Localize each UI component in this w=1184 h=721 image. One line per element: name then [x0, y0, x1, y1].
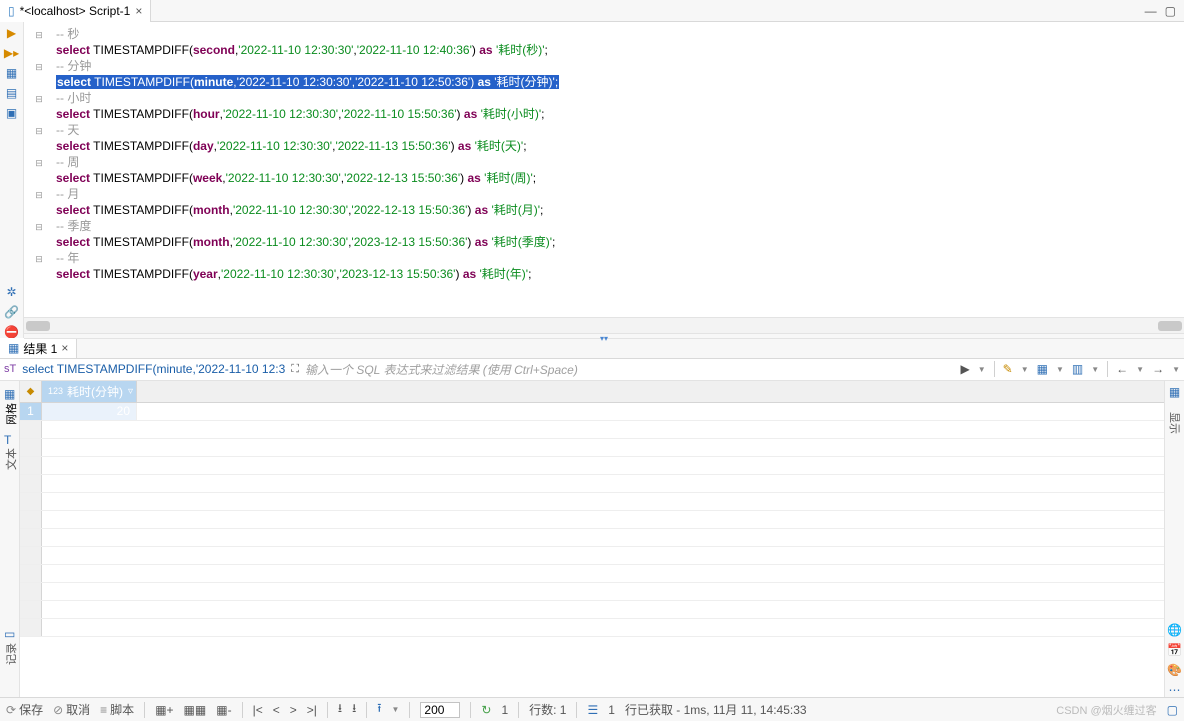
- column-name: 耗时(分钟): [67, 383, 123, 400]
- panel-view-icon[interactable]: ▦: [1169, 385, 1180, 399]
- dropdown-icon[interactable]: ▼: [1056, 365, 1064, 374]
- colorize-icon[interactable]: 🎨: [1167, 663, 1182, 677]
- run-icon[interactable]: ▶: [7, 26, 16, 40]
- grid-mode-icon[interactable]: ▦: [4, 387, 15, 401]
- cell-value[interactable]: 20: [42, 403, 137, 420]
- filter-input[interactable]: 输入一个 SQL 表达式来过滤结果 (使用 Ctrl+Space): [305, 361, 954, 378]
- script-icon: ≡: [100, 703, 107, 717]
- split-handle[interactable]: ▾▾: [24, 333, 1184, 339]
- explain-icon[interactable]: ▦: [6, 66, 17, 80]
- results-tab-label: 结果 1: [23, 340, 57, 357]
- script-button[interactable]: ≡脚本: [100, 701, 134, 718]
- results-tab-bar: ▦ 结果 1 ×: [0, 339, 1184, 359]
- status-bar: ⟳保存 ⊘取消 ≡脚本 ▦+ ▦▦ ▦- |< < > >| ⭳ ⭳ ⭱ ▼ ↻…: [0, 697, 1184, 721]
- watermark: CSDN @烟火缠过客: [1056, 702, 1156, 718]
- del-row-icon[interactable]: ▦-: [216, 703, 231, 717]
- editor-tab-title: *<localhost> Script-1: [20, 4, 131, 18]
- grid-body[interactable]: 1 20: [20, 403, 1164, 698]
- last-page-icon[interactable]: >|: [307, 703, 317, 717]
- fetch-size-input[interactable]: [420, 702, 460, 718]
- row-number[interactable]: 1: [20, 403, 42, 420]
- panel-icon[interactable]: ▥: [1072, 362, 1083, 376]
- grid-corner[interactable]: ◆: [20, 381, 42, 402]
- forward-icon[interactable]: →: [1152, 362, 1164, 376]
- grid-icon: ▦: [8, 341, 19, 355]
- results-tab[interactable]: ▦ 结果 1 ×: [0, 338, 77, 358]
- dup-row-icon[interactable]: ▦▦: [184, 703, 207, 717]
- grid-mode-label[interactable]: 网格: [3, 403, 19, 425]
- sql-editor[interactable]: ⊟⊟⊟⊟⊟⊟⊟⊟ -- 秒select TIMESTAMPDIFF(second…: [24, 22, 1184, 317]
- plan-icon[interactable]: ▤: [6, 86, 17, 100]
- refresh-count: 1: [501, 703, 508, 717]
- text-mode-label[interactable]: 文本: [3, 448, 19, 470]
- column-header[interactable]: 123 耗时(分钟) ▿: [42, 381, 137, 402]
- editor-tab[interactable]: ▯ *<localhost> Script-1 ×: [0, 0, 151, 22]
- editor-tab-bar: ▯ *<localhost> Script-1 × — ▢: [0, 0, 1184, 22]
- link-icon[interactable]: 🔗: [4, 305, 19, 319]
- table-row[interactable]: 1 20: [20, 403, 1164, 421]
- executed-sql[interactable]: select TIMESTAMPDIFF(minute,'2022-11-10 …: [22, 362, 285, 376]
- maximize-icon[interactable]: ▢: [1165, 4, 1176, 18]
- results-right-sidebar: ▦ 显示 🌐 📅 🎨 ⋯: [1164, 381, 1184, 698]
- terminal-icon[interactable]: ▣: [6, 106, 17, 120]
- apply-filter-icon[interactable]: ✎: [1003, 362, 1013, 376]
- results-left-sidebar: ▦ 网格 T 文本 ▭ 记录: [0, 381, 20, 698]
- first-page-icon[interactable]: |<: [253, 703, 263, 717]
- cancel-icon: ⊘: [53, 703, 63, 717]
- close-icon[interactable]: ×: [135, 4, 142, 18]
- status-text: 行已获取 - 1ms, 11月 11, 14:45:33: [625, 701, 807, 718]
- statement-icon: sT: [4, 363, 16, 375]
- disconnect-icon[interactable]: ⛔: [4, 325, 19, 339]
- column-filter-icon[interactable]: ▿: [128, 386, 133, 397]
- import-icon[interactable]: ⭳: [338, 699, 342, 720]
- sql-file-icon: ▯: [8, 4, 15, 18]
- refresh-icon[interactable]: ▦: [1037, 362, 1048, 376]
- next-page-icon[interactable]: >: [290, 703, 297, 717]
- calendar-icon[interactable]: 📅: [1167, 643, 1182, 657]
- column-type-badge: 123: [48, 386, 63, 396]
- editor-code[interactable]: -- 秒select TIMESTAMPDIFF(second,'2022-11…: [54, 22, 1184, 317]
- run-script-icon[interactable]: ▶▸: [4, 46, 19, 60]
- refresh-icon[interactable]: ↻: [481, 703, 491, 717]
- save-icon: ⟳: [6, 703, 16, 717]
- export-icon[interactable]: ⭱: [377, 699, 381, 720]
- cancel-button[interactable]: ⊘取消: [53, 701, 90, 718]
- add-row-icon[interactable]: ▦+: [155, 703, 173, 717]
- results-toolbar: ▶ ▼ ✎ ▼ ▦ ▼ ▥ ▼ ← ▼ → ▼: [960, 361, 1180, 377]
- record-mode-label[interactable]: 记录: [3, 643, 19, 665]
- dropdown-icon[interactable]: ▼: [1091, 365, 1099, 374]
- panel-label[interactable]: 显示: [1167, 412, 1183, 434]
- save-button[interactable]: ⟳保存: [6, 701, 43, 718]
- record-mode-icon[interactable]: ▭: [4, 627, 15, 641]
- dropdown-icon[interactable]: ▼: [391, 705, 399, 714]
- grid-header-row: ◆ 123 耗时(分钟) ▿: [20, 381, 1164, 403]
- editor-left-toolbar: ▶ ▶▸ ▦ ▤ ▣ ✲ 🔗 ⛔: [0, 22, 24, 339]
- import2-icon[interactable]: ⭳: [352, 699, 356, 720]
- expand-icon[interactable]: ⛶: [291, 363, 299, 376]
- dropdown-icon[interactable]: ▼: [1136, 365, 1144, 374]
- editor-area: ⊟⊟⊟⊟⊟⊟⊟⊟ -- 秒select TIMESTAMPDIFF(second…: [24, 22, 1184, 339]
- h-scrollbar[interactable]: [24, 317, 1184, 333]
- editor-gutter: ⊟⊟⊟⊟⊟⊟⊟⊟: [24, 22, 54, 317]
- dropdown-icon[interactable]: ▼: [1172, 365, 1180, 374]
- minimize-icon[interactable]: —: [1145, 4, 1157, 18]
- prev-page-icon[interactable]: <: [273, 703, 280, 717]
- back-icon[interactable]: ←: [1116, 362, 1128, 376]
- row-selection: 1: [608, 703, 615, 717]
- more-icon[interactable]: ⋯: [1169, 683, 1181, 697]
- selection-icon: ☰: [587, 703, 598, 717]
- dropdown-icon[interactable]: ▼: [1021, 365, 1029, 374]
- maximize-result-icon[interactable]: ▢: [1167, 703, 1178, 717]
- dropdown-icon[interactable]: ▼: [978, 365, 986, 374]
- settings-icon[interactable]: ✲: [6, 285, 16, 299]
- text-mode-icon[interactable]: T: [4, 433, 11, 447]
- results-area: ▦ 网格 T 文本 ▭ 记录 ◆ 123 耗时(分钟) ▿ 1 20 ▦ 显示 …: [0, 381, 1184, 698]
- globe-icon[interactable]: 🌐: [1167, 623, 1182, 637]
- window-controls: — ▢: [1145, 4, 1184, 18]
- row-count: 行数: 1: [529, 701, 566, 718]
- close-icon[interactable]: ×: [61, 341, 68, 355]
- results-filter-row: sT select TIMESTAMPDIFF(minute,'2022-11-…: [0, 359, 1184, 381]
- results-grid: ◆ 123 耗时(分钟) ▿ 1 20: [20, 381, 1164, 698]
- prev-query-icon[interactable]: ▶: [960, 362, 969, 376]
